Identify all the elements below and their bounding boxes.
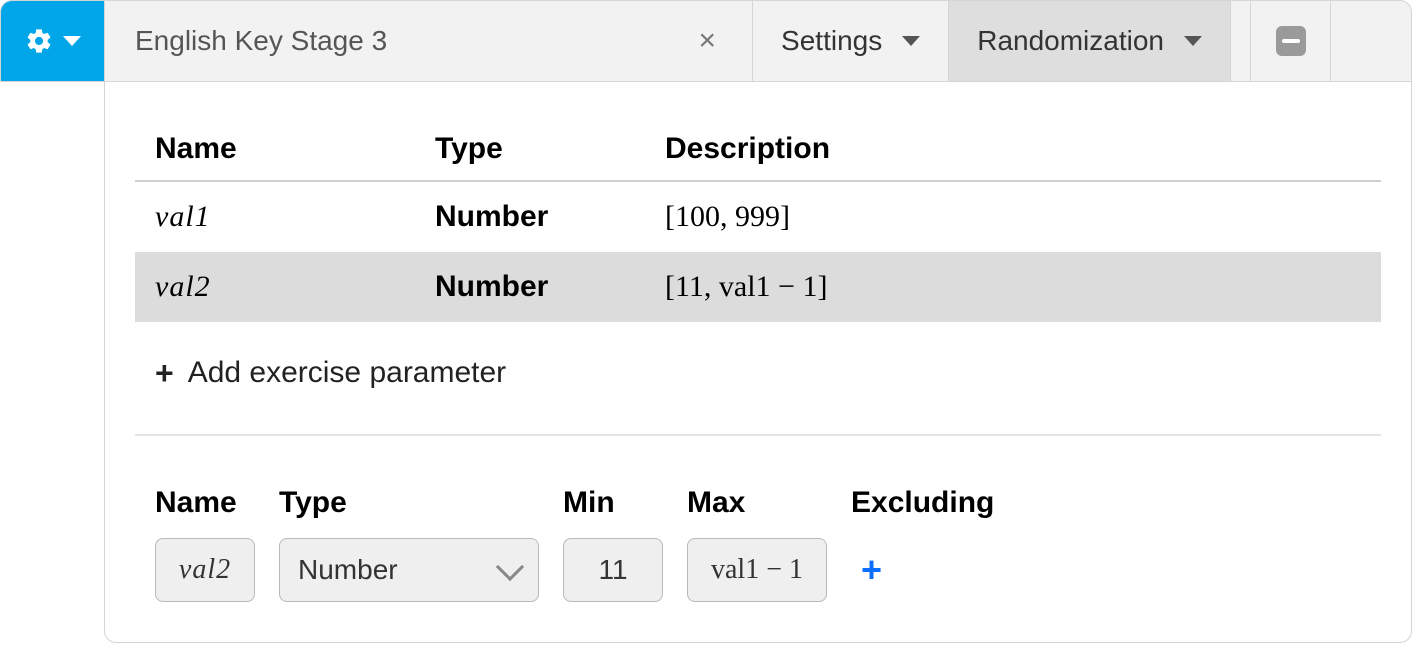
caret-down-icon	[1184, 36, 1202, 46]
gear-icon	[25, 27, 53, 55]
gear-menu-button[interactable]	[1, 1, 105, 81]
section-divider	[135, 434, 1381, 436]
param-description: [11, val1 − 1]	[665, 270, 827, 303]
editor-label-type: Type	[279, 486, 539, 520]
title-input[interactable]: English Key Stage 3 ×	[105, 1, 753, 81]
col-header-description: Description	[645, 122, 1381, 181]
toolbar-spacer	[1231, 1, 1251, 81]
caret-down-icon	[902, 36, 920, 46]
caret-down-icon	[63, 36, 81, 46]
toolbar: English Key Stage 3 × Settings Randomiza…	[0, 0, 1412, 82]
editor-name-input[interactable]: val2	[155, 538, 255, 602]
title-text: English Key Stage 3	[135, 25, 387, 57]
tab-settings[interactable]: Settings	[753, 1, 949, 81]
add-parameter-button[interactable]: + Add exercise parameter	[135, 356, 1381, 390]
editor-min-input[interactable]: 11	[563, 538, 663, 602]
param-description: [100, 999]	[665, 200, 790, 233]
editor-label-excluding: Excluding	[851, 486, 994, 520]
tab-randomization[interactable]: Randomization	[949, 1, 1231, 81]
add-parameter-label: Add exercise parameter	[188, 356, 507, 390]
clear-title-button[interactable]: ×	[693, 24, 723, 58]
col-header-type: Type	[415, 122, 645, 181]
editor-label-max: Max	[687, 486, 827, 520]
editor-label-name: Name	[155, 486, 255, 520]
randomization-panel: Name Type Description val1 Number [100, …	[104, 82, 1412, 643]
param-type: Number	[415, 181, 645, 252]
parameter-editor: Name val2 Type Number Min 11 Max	[135, 486, 1381, 602]
plus-icon: +	[155, 357, 174, 389]
col-header-name: Name	[135, 122, 415, 181]
editor-max-input[interactable]: val1 − 1	[687, 538, 827, 602]
editor-label-min: Min	[563, 486, 663, 520]
collapse-button[interactable]	[1251, 1, 1331, 81]
minus-icon	[1276, 26, 1306, 56]
param-name: val2	[155, 270, 211, 303]
add-exclusion-button[interactable]: +	[851, 538, 994, 602]
table-row[interactable]: val1 Number [100, 999]	[135, 181, 1381, 252]
parameters-table: Name Type Description val1 Number [100, …	[135, 122, 1381, 322]
tab-settings-label: Settings	[781, 25, 882, 57]
chevron-down-icon	[496, 553, 524, 581]
editor-type-select[interactable]: Number	[279, 538, 539, 602]
param-type: Number	[415, 252, 645, 322]
tab-randomization-label: Randomization	[977, 25, 1164, 57]
plus-icon: +	[861, 549, 882, 591]
table-row[interactable]: val2 Number [11, val1 − 1]	[135, 252, 1381, 322]
extra-button[interactable]	[1331, 1, 1411, 81]
param-name: val1	[155, 200, 211, 233]
